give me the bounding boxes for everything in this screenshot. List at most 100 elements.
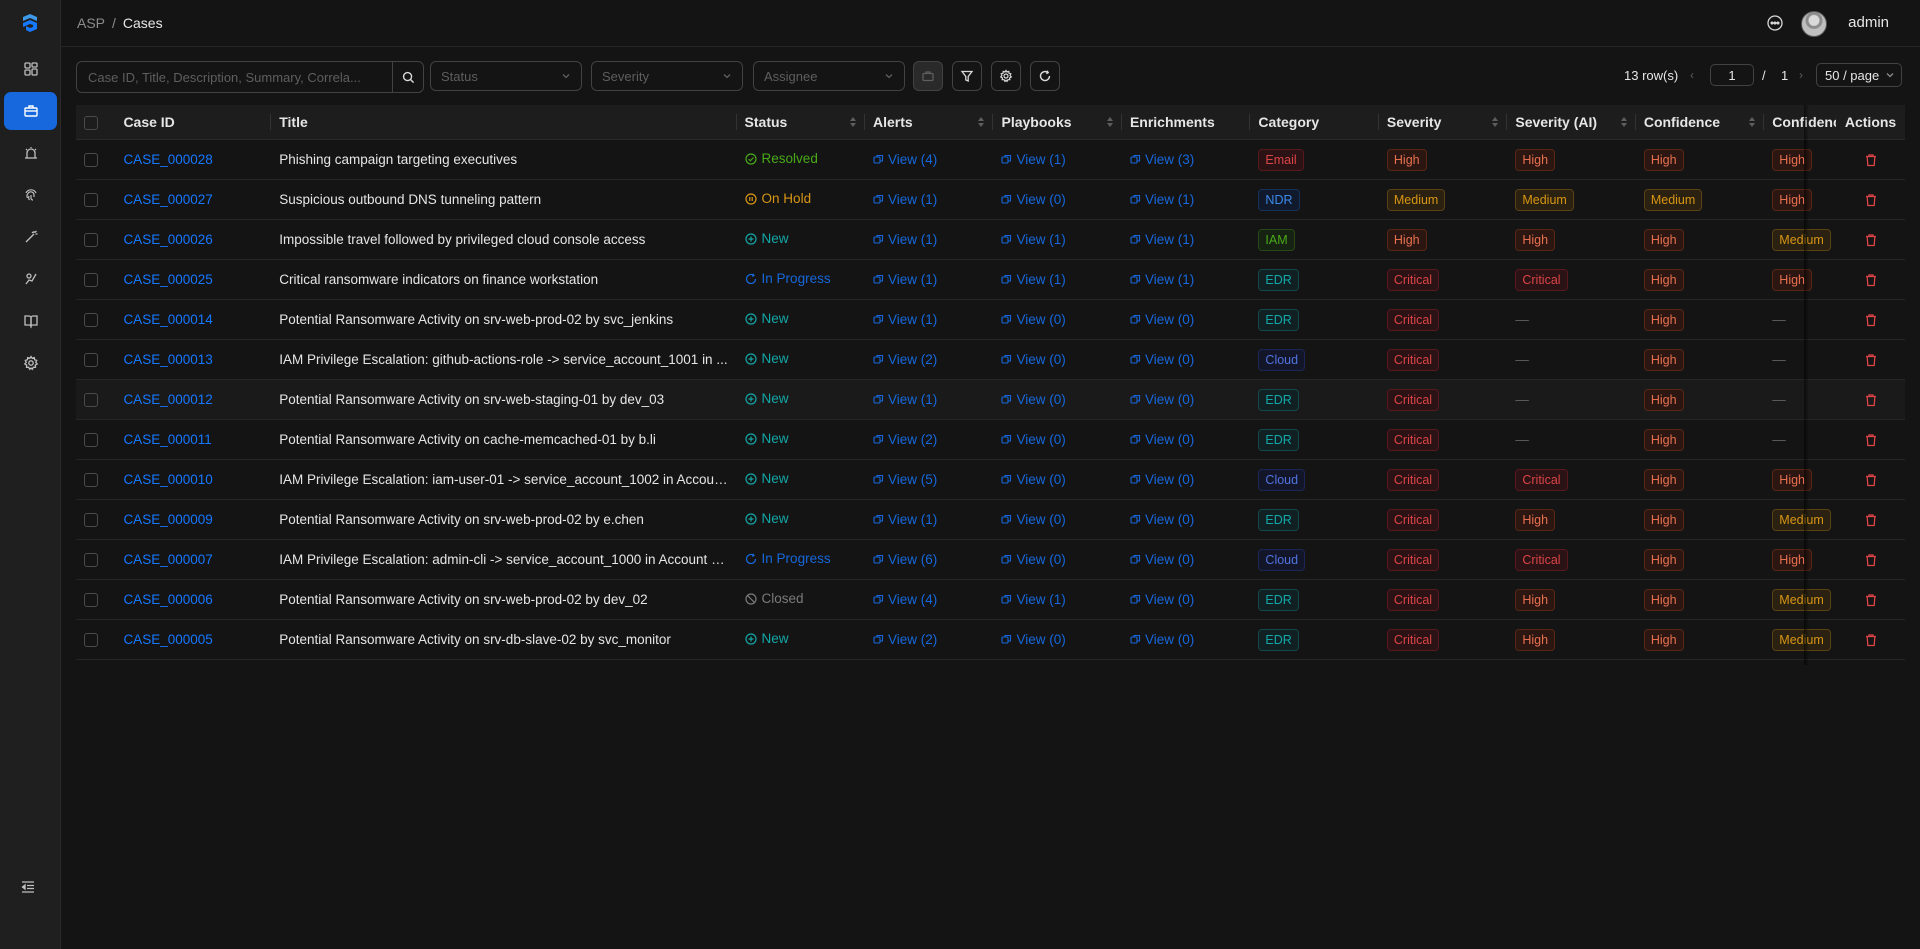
row-checkbox[interactable] bbox=[84, 513, 98, 528]
column-header-playbooks[interactable]: Playbooks bbox=[993, 105, 1122, 140]
column-header-status[interactable]: Status bbox=[736, 105, 866, 140]
delete-icon[interactable] bbox=[1864, 433, 1878, 447]
view-playbooks-link[interactable]: View (0) bbox=[1001, 432, 1066, 447]
view-playbooks-link[interactable]: View (0) bbox=[1001, 312, 1066, 327]
view-alerts-link[interactable]: View (4) bbox=[873, 152, 937, 167]
view-enrichments-link[interactable]: View (0) bbox=[1130, 352, 1194, 367]
delete-icon[interactable] bbox=[1864, 273, 1878, 287]
search-input[interactable] bbox=[77, 62, 392, 92]
view-alerts-link[interactable]: View (1) bbox=[873, 192, 937, 207]
delete-icon[interactable] bbox=[1864, 633, 1878, 647]
row-checkbox[interactable] bbox=[84, 273, 98, 288]
view-alerts-link[interactable]: View (4) bbox=[873, 592, 937, 607]
sidebar-item-automation[interactable] bbox=[4, 218, 57, 256]
assignee-select[interactable]: Assignee bbox=[753, 61, 905, 91]
table-row[interactable]: CASE_000006 Potential Ransomware Activit… bbox=[76, 579, 1905, 620]
row-checkbox[interactable] bbox=[84, 233, 98, 248]
view-playbooks-link[interactable]: View (1) bbox=[1001, 152, 1066, 167]
sidebar-item-fingerprint[interactable] bbox=[4, 176, 57, 214]
column-header-case-id[interactable]: Case ID bbox=[115, 105, 272, 140]
case-id-link[interactable]: CASE_000028 bbox=[123, 152, 212, 167]
view-alerts-link[interactable]: View (1) bbox=[873, 312, 937, 327]
view-playbooks-link[interactable]: View (0) bbox=[1001, 552, 1066, 567]
next-page-icon[interactable]: › bbox=[1799, 68, 1803, 82]
table-row[interactable]: CASE_000010 IAM Privilege Escalation: ia… bbox=[76, 459, 1905, 500]
column-header-severity-ai[interactable]: Severity (AI) bbox=[1507, 105, 1636, 140]
view-enrichments-link[interactable]: View (0) bbox=[1130, 472, 1194, 487]
view-enrichments-link[interactable]: View (0) bbox=[1130, 392, 1194, 407]
select-all-checkbox[interactable] bbox=[84, 116, 98, 131]
bulk-action-button[interactable] bbox=[913, 61, 943, 91]
case-id-link[interactable]: CASE_000005 bbox=[123, 632, 212, 647]
row-checkbox[interactable] bbox=[84, 433, 98, 448]
sidebar-item-alerts[interactable] bbox=[4, 134, 57, 172]
delete-icon[interactable] bbox=[1864, 513, 1878, 527]
search-button[interactable] bbox=[392, 62, 423, 92]
table-row[interactable]: CASE_000013 IAM Privilege Escalation: gi… bbox=[76, 339, 1905, 380]
case-id-link[interactable]: CASE_000013 bbox=[123, 352, 212, 367]
delete-icon[interactable] bbox=[1864, 393, 1878, 407]
page-input[interactable]: 1 bbox=[1710, 64, 1754, 86]
table-row[interactable]: CASE_000005 Potential Ransomware Activit… bbox=[76, 619, 1905, 660]
status-select[interactable]: Status bbox=[430, 61, 582, 91]
sidebar-item-dashboard[interactable] bbox=[4, 50, 57, 88]
view-alerts-link[interactable]: View (1) bbox=[873, 392, 937, 407]
view-playbooks-link[interactable]: View (0) bbox=[1001, 632, 1066, 647]
refresh-button[interactable] bbox=[1030, 61, 1060, 91]
view-alerts-link[interactable]: View (2) bbox=[873, 432, 937, 447]
row-checkbox[interactable] bbox=[84, 313, 98, 328]
breadcrumb-root[interactable]: ASP bbox=[77, 15, 105, 31]
view-alerts-link[interactable]: View (1) bbox=[873, 272, 937, 287]
table-row[interactable]: CASE_000012 Potential Ransomware Activit… bbox=[76, 379, 1905, 420]
view-playbooks-link[interactable]: View (0) bbox=[1001, 392, 1066, 407]
case-id-link[interactable]: CASE_000006 bbox=[123, 592, 212, 607]
column-header-confidence-ai[interactable]: Confidence bbox=[1764, 105, 1837, 140]
sidebar-item-cases[interactable] bbox=[4, 92, 57, 130]
view-playbooks-link[interactable]: View (1) bbox=[1001, 232, 1066, 247]
view-alerts-link[interactable]: View (6) bbox=[873, 552, 937, 567]
delete-icon[interactable] bbox=[1864, 233, 1878, 247]
sidebar-item-settings[interactable] bbox=[4, 344, 57, 382]
column-header-title[interactable]: Title bbox=[271, 105, 737, 140]
row-checkbox[interactable] bbox=[84, 193, 98, 208]
table-row[interactable]: CASE_000028 Phishing campaign targeting … bbox=[76, 139, 1905, 180]
table-row[interactable]: CASE_000027 Suspicious outbound DNS tunn… bbox=[76, 179, 1905, 220]
chat-help-icon[interactable] bbox=[1766, 14, 1784, 32]
table-row[interactable]: CASE_000009 Potential Ransomware Activit… bbox=[76, 499, 1905, 540]
sidebar-item-book[interactable] bbox=[4, 302, 57, 340]
view-playbooks-link[interactable]: View (1) bbox=[1001, 272, 1066, 287]
column-header-severity[interactable]: Severity bbox=[1378, 105, 1508, 140]
view-playbooks-link[interactable]: View (0) bbox=[1001, 192, 1066, 207]
table-row[interactable]: CASE_000014 Potential Ransomware Activit… bbox=[76, 299, 1905, 340]
view-enrichments-link[interactable]: View (3) bbox=[1130, 152, 1194, 167]
logo-icon[interactable] bbox=[19, 12, 41, 34]
case-id-link[interactable]: CASE_000027 bbox=[123, 192, 212, 207]
case-id-link[interactable]: CASE_000026 bbox=[123, 232, 212, 247]
delete-icon[interactable] bbox=[1864, 473, 1878, 487]
username[interactable]: admin bbox=[1848, 14, 1889, 31]
row-checkbox[interactable] bbox=[84, 553, 98, 568]
prev-page-icon[interactable]: ‹ bbox=[1690, 68, 1694, 82]
table-row[interactable]: CASE_000007 IAM Privilege Escalation: ad… bbox=[76, 539, 1905, 580]
page-size-select[interactable]: 50 / page bbox=[1816, 63, 1902, 87]
view-alerts-link[interactable]: View (1) bbox=[873, 512, 937, 527]
table-row[interactable]: CASE_000026 Impossible travel followed b… bbox=[76, 219, 1905, 260]
column-header-enrichments[interactable]: Enrichments bbox=[1121, 105, 1251, 140]
delete-icon[interactable] bbox=[1864, 153, 1878, 167]
collapse-menu-icon[interactable] bbox=[20, 879, 40, 899]
view-playbooks-link[interactable]: View (0) bbox=[1001, 472, 1066, 487]
row-checkbox[interactable] bbox=[84, 393, 98, 408]
view-enrichments-link[interactable]: View (0) bbox=[1130, 512, 1194, 527]
avatar[interactable] bbox=[1801, 11, 1827, 37]
row-checkbox[interactable] bbox=[84, 633, 98, 648]
column-header-category[interactable]: Category bbox=[1250, 105, 1379, 140]
case-id-link[interactable]: CASE_000011 bbox=[123, 432, 211, 447]
row-checkbox[interactable] bbox=[84, 473, 98, 488]
delete-icon[interactable] bbox=[1864, 313, 1878, 327]
table-row[interactable]: CASE_000025 Critical ransomware indicato… bbox=[76, 259, 1905, 300]
delete-icon[interactable] bbox=[1864, 553, 1878, 567]
case-id-link[interactable]: CASE_000014 bbox=[123, 312, 212, 327]
row-checkbox[interactable] bbox=[84, 593, 98, 608]
view-alerts-link[interactable]: View (1) bbox=[873, 232, 937, 247]
severity-select[interactable]: Severity bbox=[591, 61, 743, 91]
